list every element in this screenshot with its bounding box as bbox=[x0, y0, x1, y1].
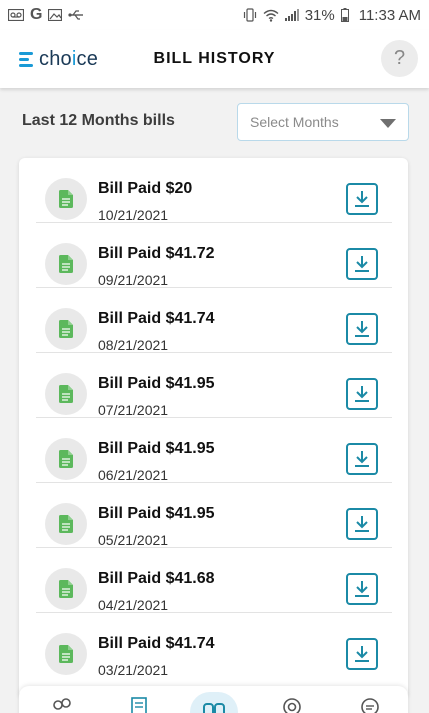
download-icon bbox=[355, 516, 369, 532]
document-icon bbox=[45, 308, 87, 350]
status-time: 11:33 AM bbox=[358, 6, 421, 24]
vibrate-icon bbox=[243, 8, 257, 22]
select-months-placeholder: Select Months bbox=[250, 114, 339, 130]
nav-location[interactable] bbox=[279, 694, 305, 713]
document-icon bbox=[45, 178, 87, 220]
wifi-icon bbox=[263, 9, 279, 22]
bill-date: 09/21/2021 bbox=[98, 272, 169, 288]
list-item[interactable]: Bill Paid $41.68 04/21/2021 bbox=[36, 548, 392, 613]
bill-title: Bill Paid $41.95 bbox=[98, 505, 215, 522]
nav-bills[interactable] bbox=[126, 694, 152, 713]
list-item[interactable]: Bill Paid $41.95 07/21/2021 bbox=[36, 353, 392, 418]
download-button[interactable] bbox=[346, 183, 378, 215]
bills-icon bbox=[131, 697, 147, 713]
bill-title: Bill Paid $41.74 bbox=[98, 635, 215, 652]
app-header: choice BILL HISTORY ? bbox=[0, 30, 429, 88]
bill-date: 10/21/2021 bbox=[98, 207, 169, 223]
document-icon bbox=[45, 503, 87, 545]
select-months-dropdown[interactable]: Select Months bbox=[237, 103, 409, 141]
download-button[interactable] bbox=[346, 313, 378, 345]
nav-chat[interactable] bbox=[357, 694, 383, 713]
nav-community[interactable] bbox=[49, 694, 75, 713]
bill-title: Bill Paid $41.68 bbox=[98, 570, 215, 587]
list-item[interactable]: Bill Paid $41.95 06/21/2021 bbox=[36, 418, 392, 483]
signal-icon bbox=[284, 9, 299, 21]
list-item[interactable]: Bill Paid $20 10/21/2021 bbox=[36, 158, 392, 223]
document-icon bbox=[45, 373, 87, 415]
bill-history-list: Bill Paid $20 10/21/2021 Bill Paid $41.7… bbox=[19, 158, 408, 698]
list-item[interactable]: Bill Paid $41.95 05/21/2021 bbox=[36, 483, 392, 548]
list-item[interactable]: Bill Paid $41.74 08/21/2021 bbox=[36, 288, 392, 353]
document-icon bbox=[45, 438, 87, 480]
google-icon: G bbox=[30, 6, 43, 23]
usb-icon bbox=[68, 10, 84, 20]
page-title: BILL HISTORY bbox=[153, 50, 276, 67]
download-button[interactable] bbox=[346, 573, 378, 605]
download-icon bbox=[355, 386, 369, 402]
download-button[interactable] bbox=[346, 443, 378, 475]
bill-date: 07/21/2021 bbox=[98, 402, 169, 418]
nav-dashboard[interactable] bbox=[201, 694, 227, 713]
bill-title: Bill Paid $41.72 bbox=[98, 245, 215, 262]
document-icon bbox=[45, 633, 87, 675]
download-button[interactable] bbox=[346, 248, 378, 280]
document-icon bbox=[45, 568, 87, 610]
location-icon bbox=[283, 698, 301, 713]
dashboard-icon bbox=[203, 703, 225, 713]
download-icon bbox=[355, 451, 369, 467]
bill-title: Bill Paid $20 bbox=[98, 180, 193, 197]
bill-date: 05/21/2021 bbox=[98, 532, 169, 548]
help-button[interactable]: ? bbox=[381, 40, 418, 77]
download-button[interactable] bbox=[346, 508, 378, 540]
chevron-down-icon bbox=[380, 119, 396, 128]
download-icon bbox=[355, 581, 369, 597]
battery-percent: 31% bbox=[304, 6, 335, 24]
image-icon bbox=[48, 9, 63, 21]
download-icon bbox=[355, 256, 369, 272]
download-icon bbox=[355, 646, 369, 662]
status-left-icons: G bbox=[8, 6, 84, 24]
voicemail-icon bbox=[8, 9, 24, 21]
status-right-icons: 31% 11:33 AM bbox=[243, 7, 421, 24]
download-icon bbox=[355, 191, 369, 207]
bill-title: Bill Paid $41.95 bbox=[98, 440, 215, 457]
battery-icon bbox=[340, 8, 349, 22]
bottom-nav bbox=[19, 686, 408, 713]
download-button[interactable] bbox=[346, 638, 378, 670]
chat-icon bbox=[361, 698, 379, 713]
bill-date: 06/21/2021 bbox=[98, 467, 169, 483]
document-icon bbox=[45, 243, 87, 285]
list-item[interactable]: Bill Paid $41.72 09/21/2021 bbox=[36, 223, 392, 288]
bill-title: Bill Paid $41.74 bbox=[98, 310, 215, 327]
bills-range-label: Last 12 Months bills bbox=[22, 112, 175, 129]
list-item[interactable]: Bill Paid $41.74 03/21/2021 bbox=[36, 613, 392, 678]
status-bar: G 31% 11:33 AM bbox=[0, 0, 429, 30]
bill-date: 04/21/2021 bbox=[98, 597, 169, 613]
bill-title: Bill Paid $41.95 bbox=[98, 375, 215, 392]
bill-date: 08/21/2021 bbox=[98, 337, 169, 353]
bill-date: 03/21/2021 bbox=[98, 662, 169, 678]
download-button[interactable] bbox=[346, 378, 378, 410]
community-icon bbox=[53, 698, 71, 710]
download-icon bbox=[355, 321, 369, 337]
